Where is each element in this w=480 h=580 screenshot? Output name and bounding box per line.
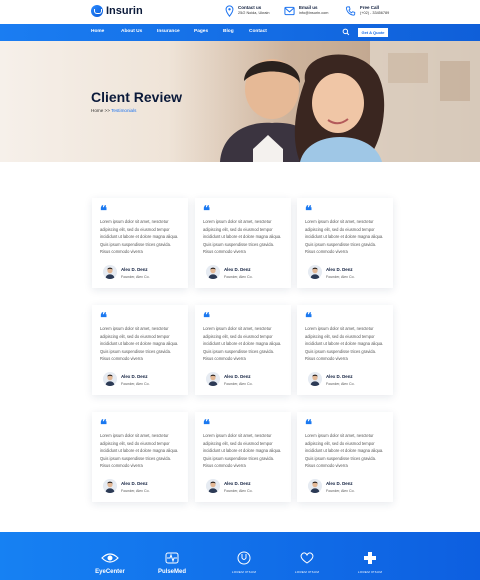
stethoscope-logo-icon: [237, 551, 251, 565]
testimonial-text: Lorem ipsum dolor sit amet, nesctetur ad…: [100, 433, 179, 469]
avatar: [103, 372, 117, 386]
logo-icon: [91, 5, 103, 17]
nav-contact[interactable]: Contact: [249, 29, 267, 34]
testimonial-text: Lorem ipsum dolor sit amet, nesctetur ad…: [305, 433, 384, 469]
quote-icon: ❝: [100, 311, 107, 326]
reviewer-name: Alex D. Denz: [121, 374, 148, 379]
avatar: [206, 479, 220, 493]
partner-logo[interactable]: LOREM IPSUM: [348, 551, 392, 574]
contact-email-value[interactable]: info@insurin.com: [299, 11, 328, 16]
partner-logo[interactable]: EyeCenter: [88, 551, 132, 575]
reviewer-role: Founder, Alex Co.: [121, 275, 150, 279]
hero-photo: [0, 41, 480, 162]
testimonial-text: Lorem ipsum dolor sit amet, nesctetur ad…: [203, 219, 282, 255]
partner-logo[interactable]: PulseMed: [150, 551, 194, 575]
reviewer-name: Alex D. Denz: [121, 481, 148, 486]
testimonial-card: ❝ Lorem ipsum dolor sit amet, nesctetur a…: [297, 305, 393, 395]
avatar: [308, 372, 322, 386]
quote-icon: ❝: [100, 418, 107, 433]
avatar: [308, 479, 322, 493]
phone-icon: [345, 6, 356, 16]
contact-phone-value[interactable]: (+02) - 33456789: [360, 11, 389, 16]
nav-pages[interactable]: Pages: [194, 29, 208, 34]
reviewer-name: Alex D. Denz: [326, 267, 353, 272]
reviewer-role: Founder, Alex Co.: [326, 489, 355, 493]
partner-logo[interactable]: LOREM IPSUM: [222, 551, 266, 574]
location-pin-icon: [225, 5, 234, 17]
nav-about[interactable]: About Us: [121, 29, 142, 34]
testimonial-text: Lorem ipsum dolor sit amet, nesctetur ad…: [305, 219, 384, 255]
avatar: [103, 479, 117, 493]
reviewer-role: Founder, Alex Co.: [224, 489, 253, 493]
nav-blog[interactable]: Blog: [223, 29, 234, 34]
main-nav: Home About Us Insurance Pages Blog Conta…: [0, 24, 480, 41]
nav-home[interactable]: Home: [91, 29, 104, 34]
quote-icon: ❝: [203, 418, 210, 433]
breadcrumb-home[interactable]: Home: [91, 108, 103, 113]
reviewer-name: Alex D. Denz: [224, 267, 251, 272]
heart-logo-icon: [300, 552, 314, 564]
testimonial-text: Lorem ipsum dolor sit amet, nesctetur ad…: [100, 326, 179, 362]
testimonial-card: ❝ Lorem ipsum dolor sit amet, nesctetur a…: [92, 412, 188, 502]
avatar: [206, 265, 220, 279]
testimonial-card: ❝ Lorem ipsum dolor sit amet, nesctetur a…: [297, 412, 393, 502]
partner-logo[interactable]: LOREM IPSUM: [285, 551, 329, 574]
breadcrumb-separator: >>: [104, 108, 110, 113]
reviewer-role: Founder, Alex Co.: [121, 489, 150, 493]
search-icon[interactable]: [342, 28, 350, 36]
testimonial-text: Lorem ipsum dolor sit amet, nesctetur ad…: [203, 433, 282, 469]
testimonial-card: ❝ Lorem ipsum dolor sit amet, nesctetur a…: [92, 198, 188, 288]
site-logo[interactable]: Insurin: [91, 5, 143, 17]
quote-icon: ❝: [100, 204, 107, 219]
partner-name: PulseMed: [157, 569, 186, 575]
reviewer-role: Founder, Alex Co.: [326, 275, 355, 279]
contact-email: Email us info@insurin.com: [284, 5, 328, 17]
reviewer-name: Alex D. Denz: [224, 481, 251, 486]
page-title: Client Review: [91, 89, 183, 105]
get-quote-button[interactable]: Get A Quote: [358, 28, 388, 37]
reviewer-name: Alex D. Denz: [121, 267, 148, 272]
testimonial-card: ❝ Lorem ipsum dolor sit amet, nesctetur a…: [195, 198, 291, 288]
testimonial-text: Lorem ipsum dolor sit amet, nesctetur ad…: [100, 219, 179, 255]
quote-icon: ❝: [305, 204, 312, 219]
nav-insurance[interactable]: Insurance: [157, 29, 180, 34]
testimonial-text: Lorem ipsum dolor sit amet, nesctetur ad…: [305, 326, 384, 362]
quote-icon: ❝: [203, 311, 210, 326]
reviewer-name: Alex D. Denz: [326, 481, 353, 486]
quote-icon: ❝: [305, 311, 312, 326]
avatar: [103, 265, 117, 279]
email-icon: [284, 6, 295, 16]
avatar: [206, 372, 220, 386]
contact-phone: Free Call (+02) - 33456789: [345, 5, 389, 17]
testimonial-card: ❝ Lorem ipsum dolor sit amet, nesctetur a…: [195, 305, 291, 395]
contact-address: Contact us 25/2 Noida, Ukrain: [225, 5, 269, 17]
pulse-logo-icon: [165, 552, 179, 564]
breadcrumb: Home >> Testimonials: [91, 108, 136, 113]
avatar: [308, 265, 322, 279]
reviewer-role: Founder, Alex Co.: [326, 382, 355, 386]
reviewer-role: Founder, Alex Co.: [224, 275, 253, 279]
testimonial-text: Lorem ipsum dolor sit amet, nesctetur ad…: [203, 326, 282, 362]
testimonial-card: ❝ Lorem ipsum dolor sit amet, nesctetur a…: [92, 305, 188, 395]
reviewer-name: Alex D. Denz: [326, 374, 353, 379]
cross-logo-icon: [364, 552, 376, 564]
page-hero: Client Review Home >> Testimonials: [0, 41, 480, 162]
logo-text: Insurin: [106, 5, 143, 17]
contact-address-value: 25/2 Noida, Ukrain: [238, 11, 270, 15]
top-bar: Insurin Contact us 25/2 Noida, Ukrain Em…: [0, 0, 480, 24]
partner-name: LOREM IPSUM: [357, 570, 383, 574]
partner-name: LOREM IPSUM: [231, 570, 257, 574]
reviewer-name: Alex D. Denz: [224, 374, 251, 379]
breadcrumb-current: Testimonials: [111, 108, 137, 113]
reviewer-role: Founder, Alex Co.: [121, 382, 150, 386]
eye-logo-icon: [101, 553, 119, 563]
partner-name: EyeCenter: [95, 569, 125, 575]
reviewer-role: Founder, Alex Co.: [224, 382, 253, 386]
partner-name: LOREM IPSUM: [294, 570, 320, 574]
testimonial-card: ❝ Lorem ipsum dolor sit amet, nesctetur a…: [195, 412, 291, 502]
quote-icon: ❝: [305, 418, 312, 433]
testimonial-card: ❝ Lorem ipsum dolor sit amet, nesctetur a…: [297, 198, 393, 288]
quote-icon: ❝: [203, 204, 210, 219]
